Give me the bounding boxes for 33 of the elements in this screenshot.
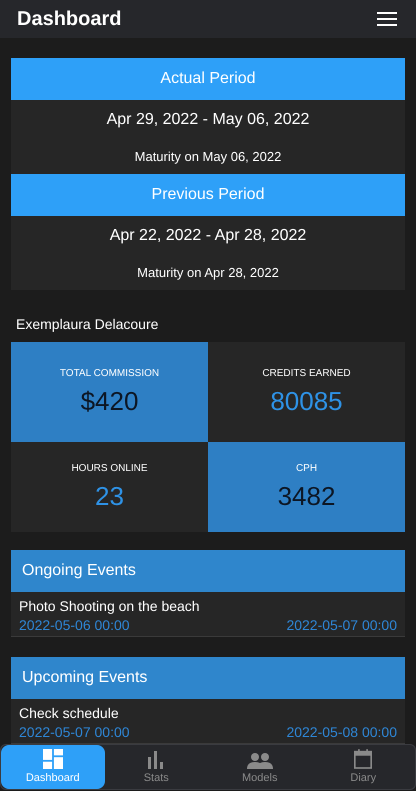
event-end-time: 2022-05-07 00:00 [286, 616, 397, 634]
stat-label: HOURS ONLINE [71, 462, 148, 476]
section-header: Upcoming Events [11, 657, 405, 699]
nav-tab[interactable]: Models [208, 745, 312, 789]
event-start-time: 2022-05-06 00:00 [19, 616, 130, 634]
section-header: Ongoing Events [11, 550, 405, 592]
event-title: Photo Shooting on the beach [19, 597, 201, 616]
period-date-range: Apr 22, 2022 - Apr 28, 2022 [108, 226, 308, 246]
stat-value: $420 [80, 385, 138, 418]
nav-tab[interactable]: Diary [312, 745, 415, 789]
event-end-time: 2022-05-08 00:00 [286, 723, 397, 741]
nav-tab[interactable]: Dashboard [1, 745, 104, 789]
period-header: Previous Period [11, 174, 405, 216]
nav-tab[interactable]: Stats [104, 745, 208, 789]
page-title: Dashboard [17, 7, 122, 32]
menu-icon[interactable] [377, 11, 397, 27]
maturity-date: Maturity on May 06, 2022 [134, 148, 282, 166]
bar-chart-icon [147, 751, 166, 769]
model-name: Exemplaura Delacoure [15, 315, 160, 334]
period-header: Actual Period [11, 58, 405, 100]
stat-label: CPH [296, 462, 318, 476]
stat-value: 3482 [278, 480, 336, 513]
stat-value: 80085 [270, 385, 343, 418]
event-title: Check schedule [19, 704, 120, 723]
period-date-range: Apr 29, 2022 - May 06, 2022 [106, 110, 310, 130]
people-icon [246, 753, 273, 769]
stat-label: CREDITS EARNED [262, 367, 351, 381]
dashboard-icon [42, 749, 63, 769]
event-start-time: 2022-05-07 00:00 [19, 723, 130, 741]
stat-label: TOTAL COMMISSION [60, 367, 160, 381]
calendar-icon [354, 749, 372, 769]
maturity-date: Maturity on Apr 28, 2022 [136, 264, 280, 282]
stat-value: 23 [95, 480, 124, 513]
